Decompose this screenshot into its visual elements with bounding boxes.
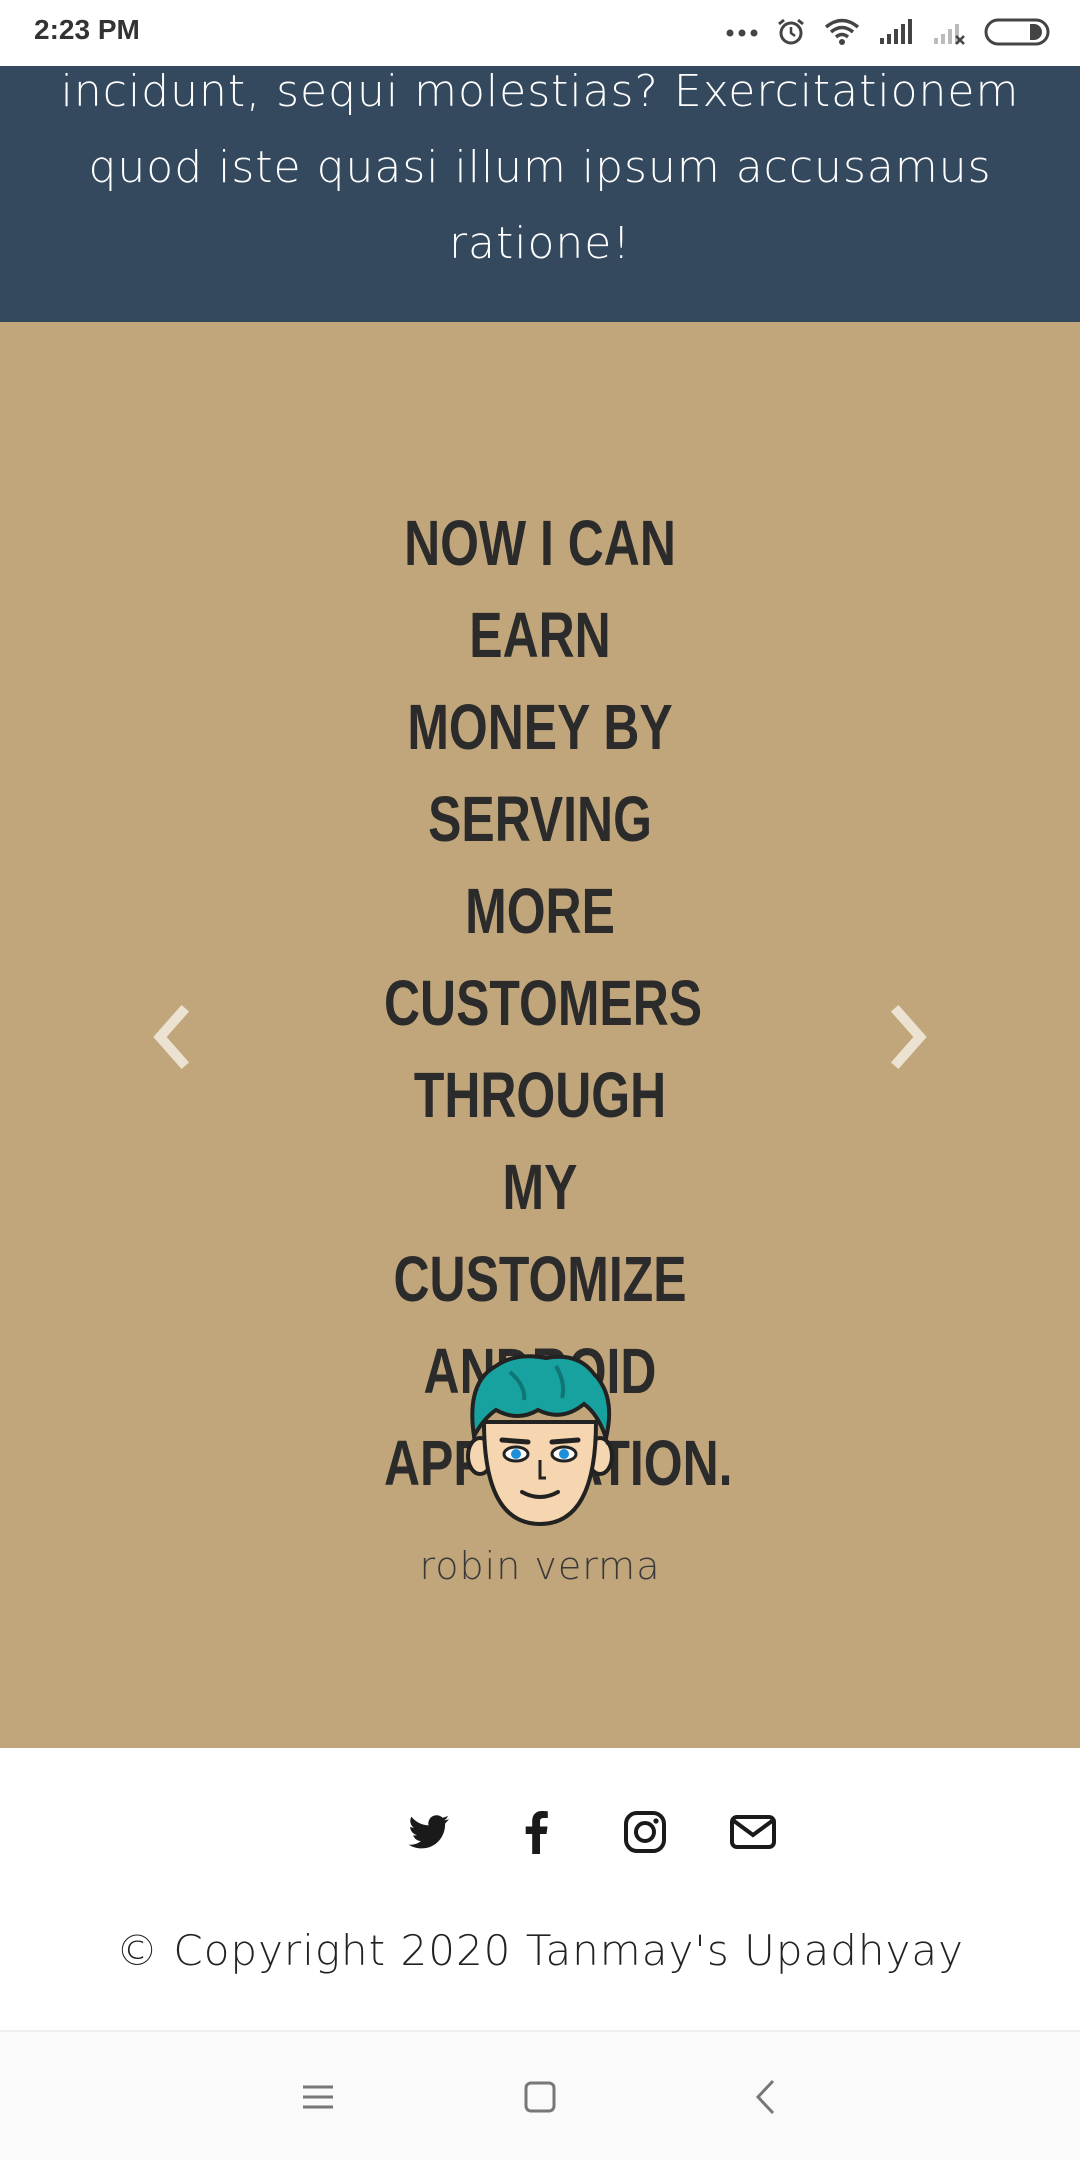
signal-off-icon — [934, 24, 965, 45]
recent-apps-button[interactable] — [293, 2072, 343, 2122]
carousel-next-button[interactable] — [878, 1002, 938, 1072]
system-nav-bar — [0, 2032, 1080, 2160]
carousel-prev-button[interactable] — [142, 1002, 202, 1072]
instagram-link[interactable] — [621, 1808, 669, 1856]
battery-icon — [984, 18, 1050, 46]
signal-icon — [880, 19, 912, 44]
avatar-icon — [466, 1354, 614, 1527]
facebook-icon — [525, 1811, 548, 1854]
hero-text: incidunt, sequi molestias? Exercitatione… — [60, 66, 1020, 269]
status-time: 2:23 PM — [34, 14, 140, 45]
social-links — [405, 1808, 777, 1856]
hero-section: incidunt, sequi molestias? Exercitatione… — [0, 66, 1080, 322]
status-icons — [726, 14, 1050, 50]
twitter-link[interactable] — [405, 1808, 453, 1856]
home-button[interactable] — [515, 2072, 565, 2122]
footer: © Copyright 2020 Tanmay's Upadhyay — [0, 1748, 1080, 2032]
chevron-left-icon — [153, 1004, 190, 1070]
instagram-icon — [624, 1811, 666, 1853]
alarm-icon — [778, 18, 804, 45]
email-link[interactable] — [729, 1808, 777, 1856]
status-bar: 2:23 PM — [0, 0, 1080, 66]
twitter-icon — [408, 1815, 449, 1849]
chevron-right-icon — [890, 1004, 927, 1070]
copyright-text: © Copyright 2020 Tanmay's Upadhyay — [116, 1926, 964, 1975]
testimonial-author: robin verma — [419, 1544, 661, 1588]
testimonial-carousel: Now I can earn money by serving more cus… — [0, 322, 1080, 1748]
facebook-link[interactable] — [513, 1808, 561, 1856]
envelope-icon — [730, 1815, 776, 1849]
menu-icon — [303, 2085, 333, 2109]
back-button[interactable] — [742, 2072, 792, 2122]
home-icon — [524, 2081, 556, 2113]
back-icon — [755, 2079, 775, 2115]
wifi-icon — [824, 18, 860, 45]
more-dots-icon — [726, 29, 758, 37]
